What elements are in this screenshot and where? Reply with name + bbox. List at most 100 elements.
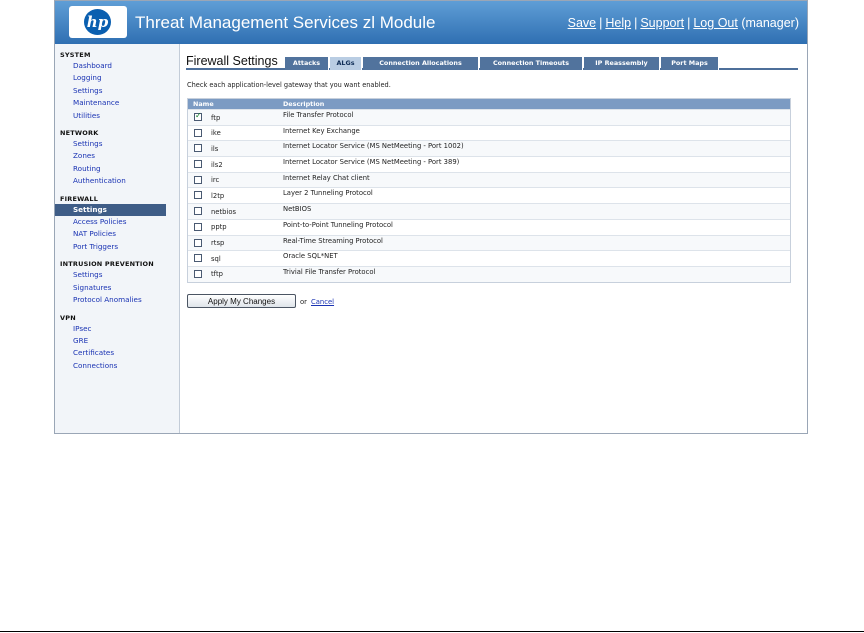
page-title: Firewall Settings: [186, 54, 278, 68]
sidebar-item-nat-policies[interactable]: NAT Policies: [55, 228, 179, 240]
nav-heading-network: Network: [60, 129, 99, 138]
current-user: (manager): [741, 16, 799, 30]
alg-table: Name Description ftp File Transfer Protoc…: [187, 98, 791, 283]
sidebar-item-firewall-settings[interactable]: Settings: [55, 203, 166, 217]
instructions-text: Check each application-level gateway tha…: [187, 81, 391, 89]
sidebar-item-ipsec[interactable]: IPsec: [55, 323, 179, 335]
sidebar-item-certificates[interactable]: Certificates: [55, 347, 179, 359]
link-separator: |: [634, 16, 638, 30]
save-link[interactable]: Save: [568, 16, 597, 30]
tab-algs[interactable]: ALGs: [330, 57, 362, 70]
table-row: ils2 Internet Locator Service (MS NetMeet…: [188, 156, 790, 172]
table-header: Name Description: [188, 99, 790, 109]
help-link[interactable]: Help: [605, 16, 631, 30]
app-window: hp Threat Management Services zl Module …: [54, 0, 808, 434]
sidebar-item-authentication[interactable]: Authentication: [55, 175, 179, 187]
alg-checkbox[interactable]: [194, 254, 202, 263]
sidebar-item-access-policies[interactable]: Access Policies: [55, 216, 179, 228]
or-text: or: [300, 298, 307, 306]
table-row: netbios NetBIOS: [188, 203, 790, 219]
table-row: tftp Trivial File Transfer Protocol: [188, 265, 790, 282]
logout-link[interactable]: Log Out: [693, 16, 737, 30]
nav-heading-system: System: [60, 51, 91, 59]
column-header-description: Description: [283, 100, 325, 108]
alg-description: Layer 2 Tunneling Protocol: [283, 189, 373, 198]
tab-port-maps[interactable]: Port Maps: [661, 57, 719, 70]
hp-logo: hp: [69, 6, 127, 38]
alg-name: pptp: [211, 223, 227, 232]
sidebar-item-logging[interactable]: Logging: [55, 72, 179, 84]
sidebar-item-protocol-anomalies[interactable]: Protocol Anomalies: [55, 294, 179, 306]
alg-name: irc: [211, 176, 220, 185]
alg-description: Internet Key Exchange: [283, 126, 360, 135]
link-separator: |: [687, 16, 691, 30]
link-separator: |: [599, 16, 603, 30]
table-row: ike Internet Key Exchange: [188, 124, 790, 141]
sidebar-item-dashboard[interactable]: Dashboard: [55, 60, 179, 72]
table-row: pptp Point-to-Point Tunneling Protocol: [188, 218, 790, 235]
alg-checkbox[interactable]: [194, 160, 202, 169]
alg-description: Internet Relay Chat client: [283, 173, 370, 182]
alg-checkbox[interactable]: [194, 269, 202, 278]
tab-ip-reassembly[interactable]: IP Reassembly: [584, 57, 660, 70]
alg-name: ils: [211, 144, 219, 153]
support-link[interactable]: Support: [640, 16, 684, 30]
nav-section-firewall: Firewall Settings Access Policies NAT Po…: [55, 194, 179, 254]
alg-name: tftp: [211, 270, 223, 279]
alg-description: Trivial File Transfer Protocol: [283, 267, 376, 276]
table-row: rtsp Real-Time Streaming Protocol: [188, 234, 790, 251]
cancel-link[interactable]: Cancel: [311, 298, 334, 306]
alg-description: Point-to-Point Tunneling Protocol: [283, 220, 393, 229]
alg-name: ftp: [211, 113, 221, 122]
alg-name: ike: [211, 129, 221, 138]
sidebar-item-connections[interactable]: Connections: [55, 360, 179, 372]
header-links: Save | Help | Support | Log Out (manager): [568, 16, 799, 30]
sidebar-item-signatures[interactable]: Signatures: [55, 282, 179, 294]
apply-changes-button[interactable]: Apply My Changes: [187, 294, 296, 308]
tab-connection-allocations[interactable]: Connection Allocations: [363, 57, 479, 70]
tab-connection-timeouts[interactable]: Connection Timeouts: [480, 57, 583, 70]
main-content: Firewall Settings Attacks ALGs Connectio…: [180, 44, 807, 433]
nav-section-ips: Intrusion Prevention Settings Signatures…: [55, 259, 179, 306]
alg-description: File Transfer Protocol: [283, 111, 354, 119]
alg-description: Oracle SQL*NET: [283, 252, 338, 261]
alg-description: Real-Time Streaming Protocol: [283, 236, 383, 245]
sidebar-item-zones[interactable]: Zones: [55, 150, 179, 162]
table-body: ftp File Transfer Protocol ike Internet Key…: [188, 109, 790, 282]
sidebar-item-maintenance[interactable]: Maintenance: [55, 97, 179, 109]
sidebar-item-system-settings[interactable]: Settings: [55, 85, 179, 97]
alg-checkbox[interactable]: [194, 175, 202, 184]
nav-section-system: System Dashboard Logging Settings Mainte…: [55, 50, 179, 122]
alg-name: rtsp: [211, 239, 225, 247]
sidebar-item-port-triggers[interactable]: Port Triggers: [55, 241, 179, 253]
alg-name: ils2: [211, 160, 223, 169]
alg-checkbox[interactable]: [194, 207, 202, 216]
nav-section-vpn: VPN IPsec GRE Certificates Connections: [55, 313, 179, 373]
alg-name: netbios: [211, 207, 237, 216]
app-title: Threat Management Services zl Module: [135, 13, 436, 32]
alg-checkbox[interactable]: [194, 144, 202, 153]
alg-checkbox[interactable]: [194, 128, 202, 137]
tab-attacks[interactable]: Attacks: [285, 57, 329, 70]
sidebar-item-ips-settings[interactable]: Settings: [55, 269, 179, 281]
alg-checkbox[interactable]: [194, 191, 202, 200]
nav-heading-vpn: VPN: [60, 313, 76, 322]
alg-checkbox[interactable]: [194, 111, 202, 121]
column-header-name: Name: [193, 100, 214, 108]
table-row: sql Oracle SQL*NET: [188, 250, 790, 266]
hp-logo-mark: hp: [84, 9, 111, 35]
app-header: hp Threat Management Services zl Module …: [55, 1, 807, 44]
nav-heading-firewall: Firewall: [60, 194, 99, 203]
table-row: l2tp Layer 2 Tunneling Protocol: [188, 187, 790, 203]
sidebar-item-gre[interactable]: GRE: [55, 335, 179, 347]
alg-checkbox[interactable]: [194, 222, 202, 231]
page-divider: [0, 631, 864, 632]
tab-bar: Firewall Settings Attacks ALGs Connectio…: [186, 54, 798, 70]
sidebar-item-routing[interactable]: Routing: [55, 163, 179, 175]
alg-description: Internet Locator Service (MS NetMeeting …: [283, 158, 460, 167]
alg-description: NetBIOS: [283, 205, 312, 214]
sidebar-item-utilities[interactable]: Utilities: [55, 110, 179, 122]
alg-name: sql: [211, 254, 221, 263]
sidebar-item-network-settings[interactable]: Settings: [55, 138, 179, 150]
alg-checkbox[interactable]: [194, 238, 202, 247]
